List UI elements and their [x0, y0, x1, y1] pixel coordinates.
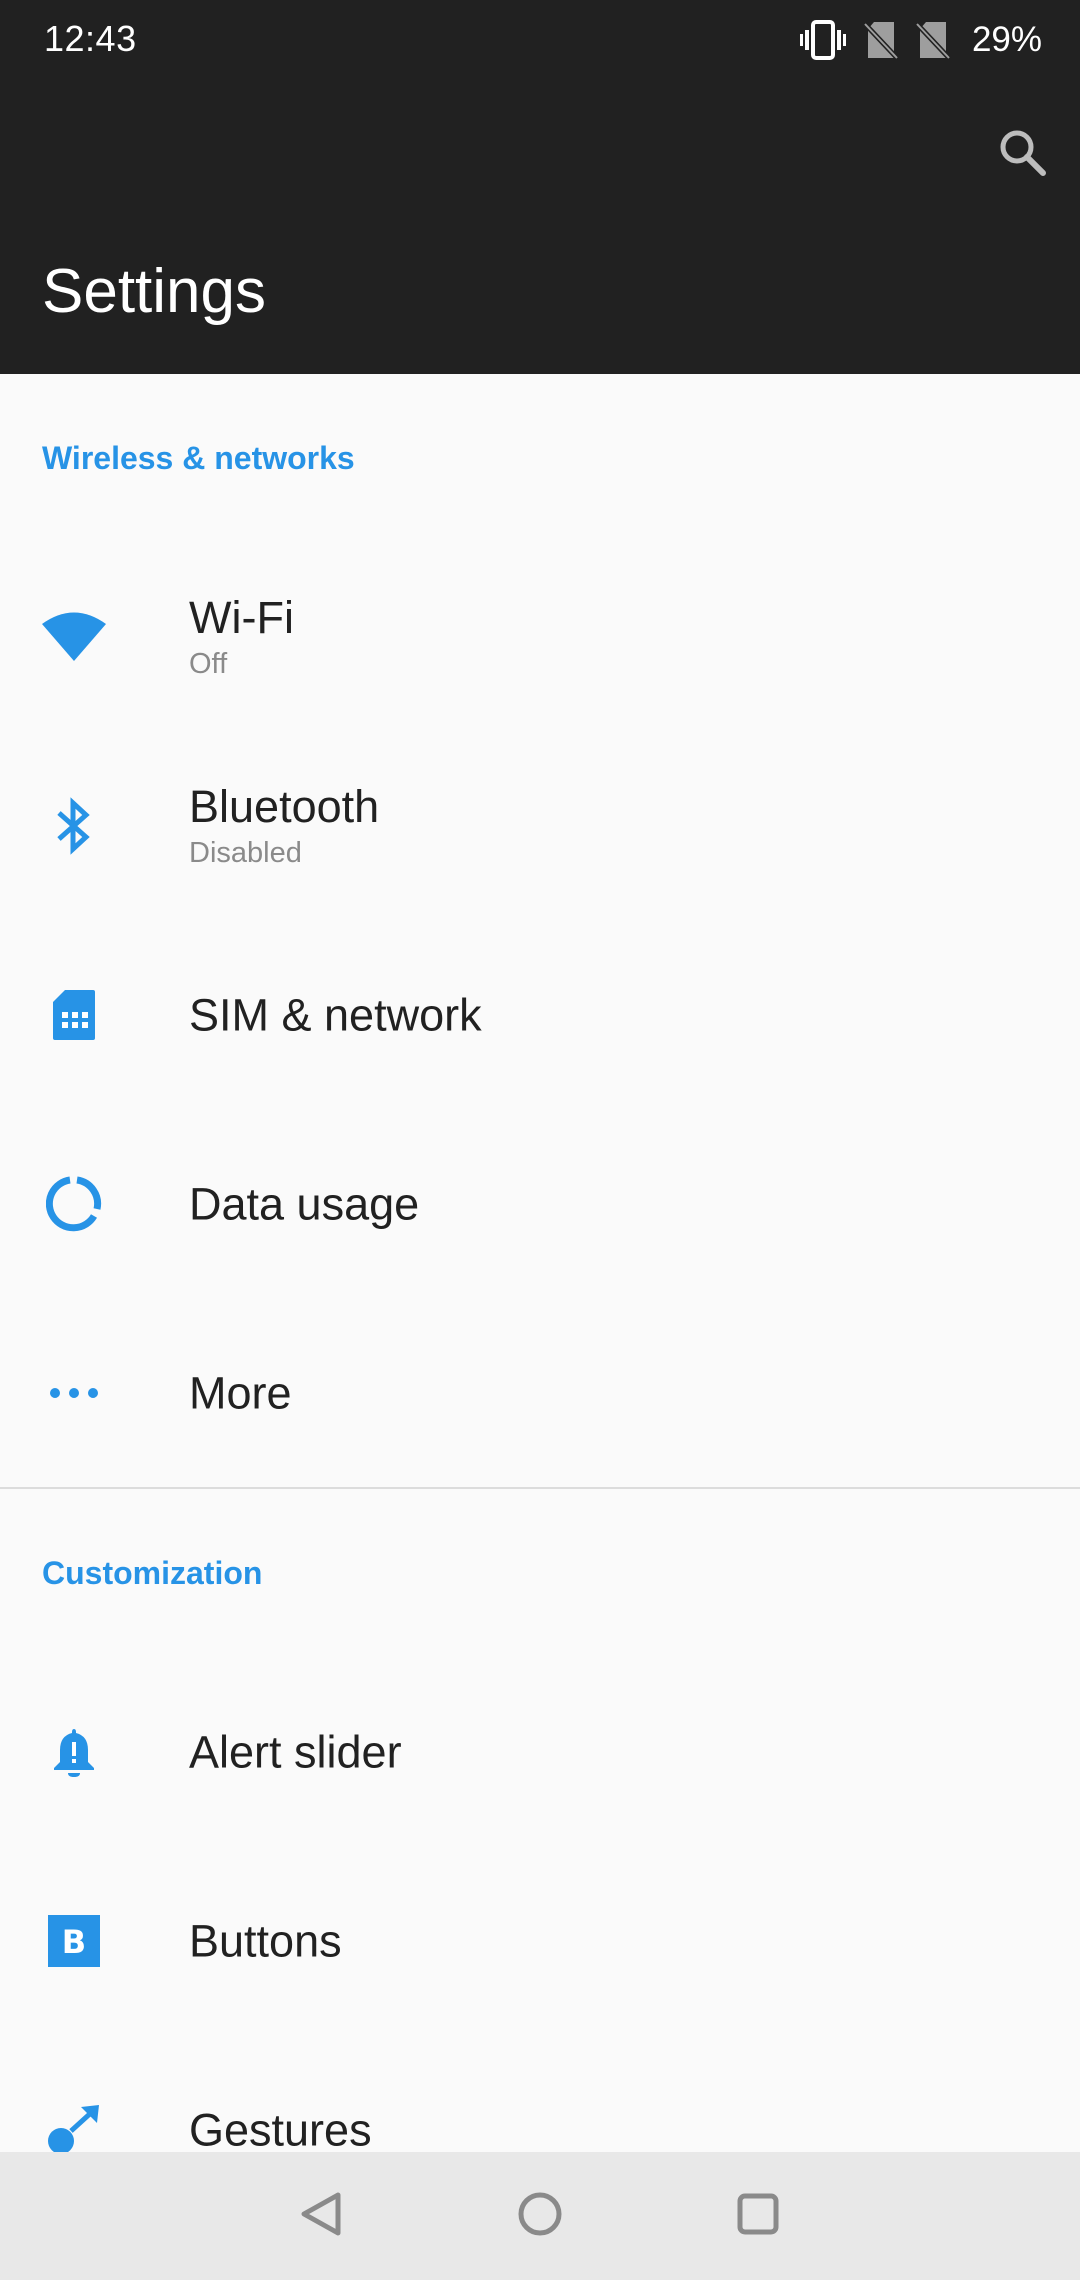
status-icons: 29% [799, 14, 1042, 66]
settings-list: Wireless & networks Wi-Fi Off Bluetooth … [0, 374, 1080, 2224]
search-button[interactable] [982, 114, 1062, 194]
sim-card-icon [40, 981, 108, 1049]
no-sim-icon [863, 20, 898, 60]
section-header-customization: Customization [42, 1554, 263, 1591]
home-icon [517, 2191, 563, 2242]
bluetooth-title: Bluetooth [189, 780, 380, 832]
buttons-item[interactable]: B Buttons [0, 1846, 1080, 2035]
bell-icon [40, 1718, 108, 1786]
search-icon [997, 127, 1047, 182]
wifi-title: Wi-Fi [189, 591, 294, 643]
bluetooth-icon [40, 792, 108, 860]
alert-slider-item[interactable]: Alert slider [0, 1657, 1080, 1846]
battery-percent: 29% [971, 20, 1042, 59]
data-usage-title: Data usage [189, 1177, 420, 1229]
gestures-title: Gestures [189, 2103, 372, 2155]
wifi-item[interactable]: Wi-Fi Off [0, 542, 1080, 731]
section-header-wireless: Wireless & networks [42, 439, 355, 476]
bluetooth-item[interactable]: Bluetooth Disabled [0, 731, 1080, 920]
no-sim-icon [915, 20, 950, 60]
sim-network-item[interactable]: SIM & network [0, 920, 1080, 1109]
wifi-icon [40, 603, 108, 671]
home-button[interactable] [500, 2176, 580, 2256]
more-title: More [189, 1366, 292, 1418]
data-usage-icon [40, 1170, 108, 1238]
sim-network-title: SIM & network [189, 988, 482, 1040]
recents-icon [736, 2192, 780, 2241]
back-icon [300, 2191, 344, 2242]
status-bar: 12:43 29% [0, 0, 1080, 80]
bluetooth-status: Disabled [189, 836, 302, 869]
buttons-title: Buttons [189, 1914, 342, 1966]
more-item[interactable]: More [0, 1298, 1080, 1487]
alert-slider-title: Alert slider [189, 1725, 402, 1777]
status-time: 12:43 [44, 18, 137, 59]
vibrate-icon [799, 20, 846, 60]
app-toolbar: Settings [0, 80, 1080, 374]
data-usage-item[interactable]: Data usage [0, 1109, 1080, 1298]
recents-button[interactable] [718, 2176, 798, 2256]
more-horiz-icon [40, 1359, 108, 1427]
wifi-status: Off [189, 647, 228, 680]
page-title: Settings [42, 257, 267, 326]
navigation-bar [0, 2152, 1080, 2280]
back-button[interactable] [282, 2176, 362, 2256]
buttons-b-icon: B [40, 1907, 108, 1975]
svg-text:B: B [62, 1923, 86, 1961]
